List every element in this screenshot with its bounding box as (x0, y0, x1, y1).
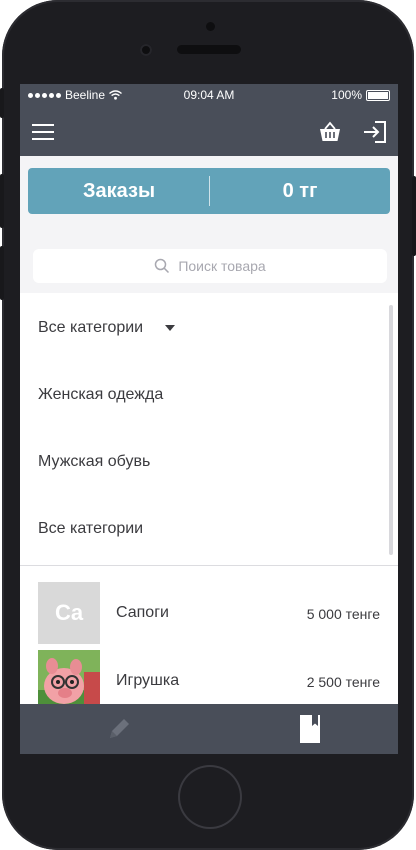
hamburger-icon[interactable] (32, 124, 54, 140)
product-price: 5 000 тенге (306, 606, 380, 622)
tab-bar (20, 704, 398, 754)
app-screen: Beeline 09:04 AM 100% Заказы 0 тг Поиск … (20, 84, 398, 754)
orders-banner: Заказы 0 тг (28, 168, 390, 214)
front-camera (140, 44, 152, 56)
product-thumbnail: Ca (38, 582, 100, 644)
category-item[interactable]: Женская одежда (38, 386, 163, 404)
status-bar: Beeline 09:04 AM 100% (20, 84, 398, 106)
volume-up-button (0, 174, 4, 228)
scrollbar[interactable] (389, 305, 393, 555)
category-list: Все категории Женская одежда Мужская обу… (20, 293, 398, 565)
product-row[interactable]: Ca Сапоги 5 000 тенге (20, 582, 398, 646)
bookmark-icon[interactable] (298, 714, 322, 744)
proximity-sensor (206, 22, 215, 31)
product-name: Игрушка (116, 672, 180, 689)
category-item[interactable]: Все категории (38, 520, 143, 538)
home-button[interactable] (180, 767, 240, 827)
product-name: Сапоги (116, 604, 169, 621)
search-placeholder: Поиск товара (178, 258, 266, 274)
category-item[interactable]: Мужская обувь (38, 453, 150, 471)
search-input[interactable]: Поиск товара (33, 249, 387, 283)
logout-icon[interactable] (362, 119, 388, 145)
chevron-down-icon (165, 324, 176, 331)
battery-percent: 100% (331, 88, 362, 102)
nav-bar (20, 106, 398, 156)
basket-icon[interactable] (318, 120, 342, 144)
product-price: 2 500 тенге (306, 674, 380, 690)
product-list: Ca Сапоги 5 000 тенге Игрушка 2 500 тенг… (20, 565, 398, 712)
power-button (412, 176, 416, 256)
orders-button[interactable]: Заказы (28, 168, 210, 214)
selected-category: Все категории (38, 319, 144, 336)
mute-switch (0, 88, 4, 118)
volume-down-button (0, 246, 4, 300)
category-dropdown[interactable]: Все категории (38, 319, 176, 337)
earpiece-speaker (177, 45, 241, 54)
product-thumbnail (38, 650, 100, 712)
battery-icon (366, 89, 390, 101)
search-icon (155, 258, 170, 274)
order-total: 0 тг (282, 180, 318, 202)
pencil-icon[interactable] (106, 716, 132, 742)
phone-frame: Beeline 09:04 AM 100% Заказы 0 тг Поиск … (0, 0, 416, 850)
